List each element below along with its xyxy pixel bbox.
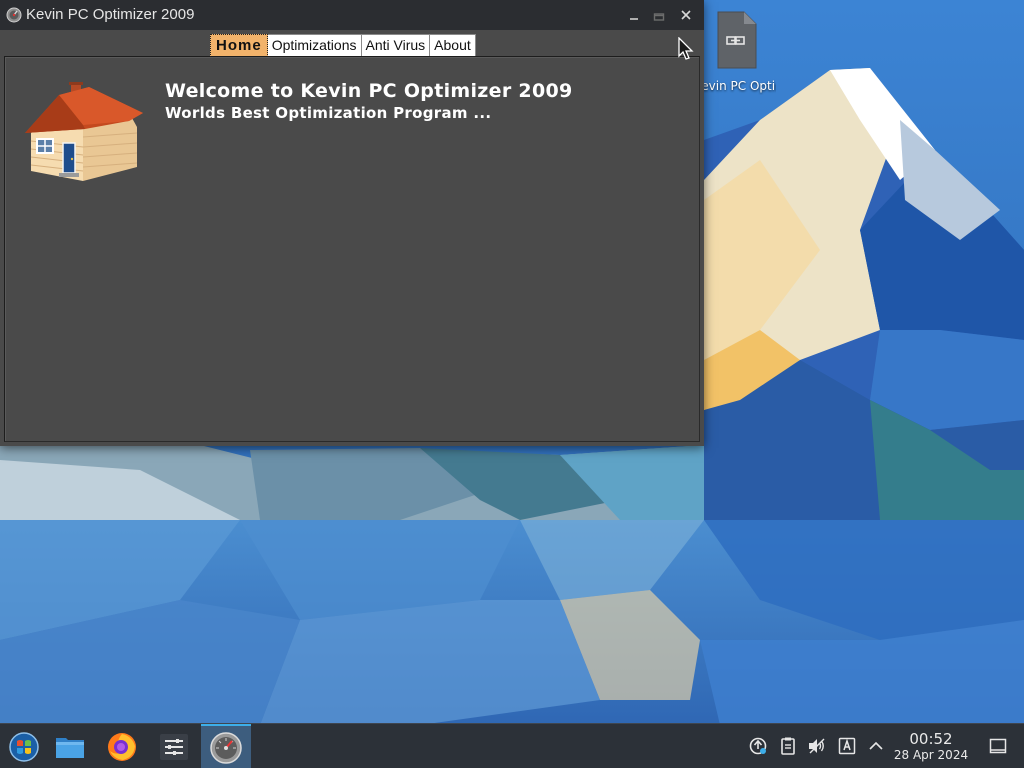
settings-sliders-icon — [160, 734, 188, 760]
minimize-icon — [630, 18, 638, 20]
chevron-up-icon — [869, 741, 883, 750]
kevin-pc-optimizer-task-button[interactable] — [201, 724, 251, 768]
welcome-subtitle: Worlds Best Optimization Program ... — [165, 104, 492, 122]
firefox-icon — [108, 733, 136, 761]
minimize-button[interactable] — [625, 6, 643, 24]
app-window: Kevin PC Optimizer 2009 Home Optimizatio… — [0, 0, 704, 446]
clipboard-tray-button[interactable] — [778, 736, 798, 756]
volume-muted-icon — [809, 738, 825, 754]
volume-tray-button[interactable] — [807, 736, 827, 756]
updates-icon — [749, 737, 767, 755]
clipboard-icon — [781, 737, 795, 755]
tab-anti-virus[interactable]: Anti Virus — [361, 34, 431, 57]
desktop-icon-kevin-pc-optimizer[interactable]: Kevin PC Optimizer Ho… — [694, 8, 776, 95]
keyboard-layout-tray-button[interactable] — [837, 736, 857, 756]
maximize-button[interactable] — [650, 6, 668, 24]
app-icon — [6, 7, 22, 23]
firefox-button[interactable] — [98, 724, 146, 768]
keyboard-layout-icon — [838, 737, 856, 755]
house-icon — [25, 82, 143, 181]
taskbar: 00:52 28 Apr 2024 — [0, 723, 1024, 768]
title-bar[interactable]: Kevin PC Optimizer 2009 — [0, 0, 704, 30]
close-icon — [681, 10, 691, 20]
tab-home[interactable]: Home — [210, 34, 268, 57]
tray-expand-button[interactable] — [866, 736, 886, 756]
tab-optimizations[interactable]: Optimizations — [267, 34, 362, 57]
clock[interactable]: 00:52 28 Apr 2024 — [888, 730, 974, 763]
clock-date: 28 Apr 2024 — [893, 748, 969, 762]
desktop: Kevin PC Optimizer Ho… Kevin PC Optimize… — [0, 0, 1024, 768]
shortcut-file-icon — [717, 11, 757, 69]
maximize-icon — [653, 13, 665, 21]
mouse-cursor-icon — [678, 37, 694, 60]
tab-strip: Home Optimizations Anti Virus About — [210, 34, 476, 57]
close-button[interactable] — [677, 6, 695, 24]
optimizer-app-icon — [210, 732, 242, 764]
home-panel: Welcome to Kevin PC Optimizer 2009 World… — [4, 56, 700, 442]
welcome-title: Welcome to Kevin PC Optimizer 2009 — [165, 80, 573, 102]
show-desktop-icon — [989, 738, 1007, 754]
start-orb-icon — [9, 732, 39, 762]
clock-time: 00:52 — [909, 730, 953, 748]
updates-tray-button[interactable] — [748, 736, 768, 756]
tab-about[interactable]: About — [430, 34, 476, 57]
window-title: Kevin PC Optimizer 2009 — [26, 6, 195, 23]
start-menu-button[interactable] — [0, 724, 48, 768]
folder-icon — [56, 738, 84, 758]
system-settings-button[interactable] — [150, 724, 198, 768]
show-desktop-button[interactable] — [988, 736, 1008, 756]
desktop-icon-label: Kevin PC Optimizer Ho… — [694, 79, 776, 93]
file-manager-button[interactable] — [46, 724, 94, 768]
